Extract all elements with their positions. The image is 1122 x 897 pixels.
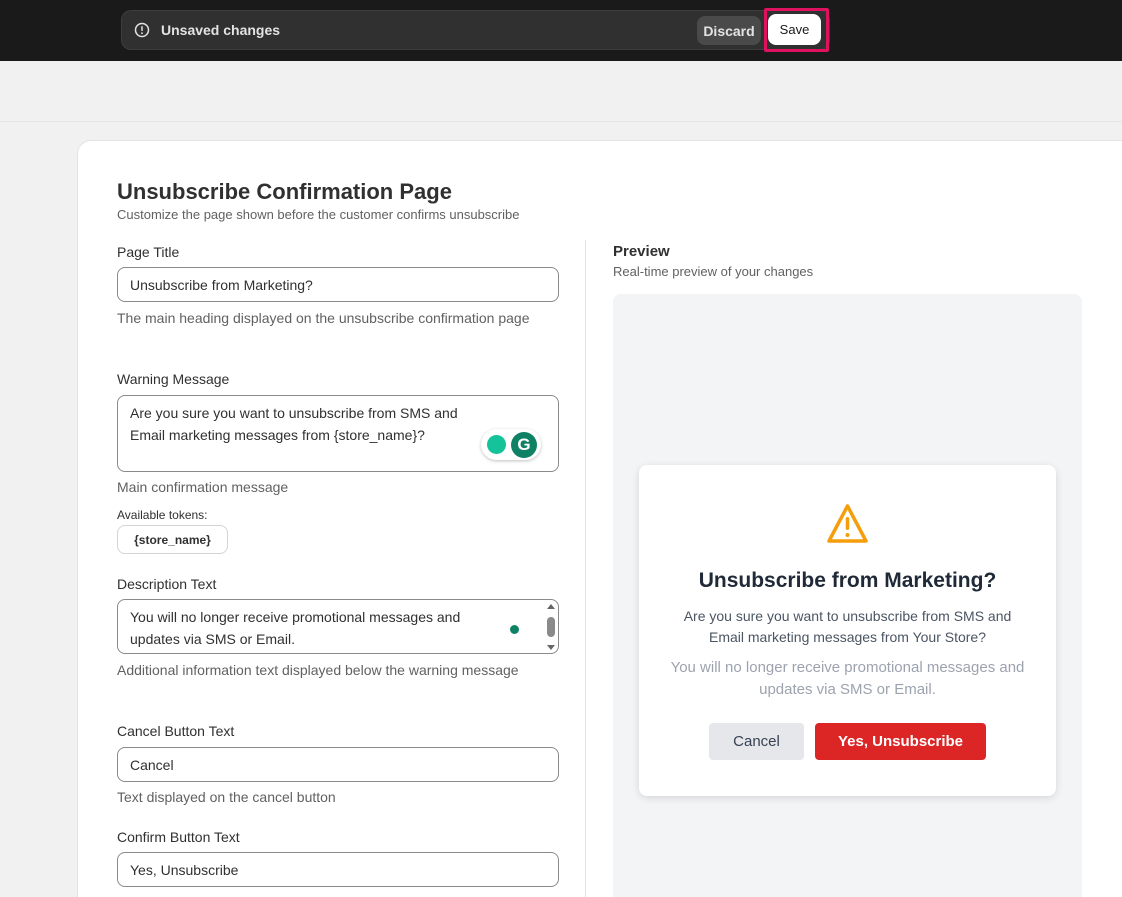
preview-confirm-button[interactable]: Yes, Unsubscribe [815, 723, 986, 760]
lightbulb-icon [487, 435, 506, 454]
cancel-button-text-help: Text displayed on the cancel button [117, 789, 336, 805]
grammarly-widget[interactable]: G [481, 429, 541, 460]
page-title-help: The main heading displayed on the unsubs… [117, 310, 530, 326]
save-button[interactable]: Save [768, 14, 821, 45]
page-subtitle: Customize the page shown before the cust… [117, 207, 520, 222]
cancel-button-text-label: Cancel Button Text [117, 723, 235, 739]
page-title: Unsubscribe Confirmation Page [117, 179, 452, 204]
unsaved-changes-text: Unsaved changes [161, 22, 281, 38]
warning-triangle-icon [827, 504, 868, 543]
description-text-help: Additional information text displayed be… [117, 662, 519, 678]
tokens-label: Available tokens: [117, 508, 208, 522]
warning-message-label: Warning Message [117, 371, 230, 387]
preview-subtitle: Real-time preview of your changes [613, 264, 814, 279]
page-title-label: Page Title [117, 244, 180, 260]
token-store-name[interactable]: {store_name} [117, 525, 228, 554]
grammarly-logo-icon: G [511, 432, 537, 458]
column-divider [585, 240, 586, 897]
description-text-label: Description Text [117, 576, 217, 592]
contextual-save-bar: Unsaved changes Discard [121, 10, 830, 50]
warning-message-help: Main confirmation message [117, 479, 289, 495]
confirm-button-text-label: Confirm Button Text [117, 829, 240, 845]
preview-warning-text: Are you sure you want to unsubscribe fro… [683, 608, 1012, 645]
header-divider [0, 121, 1122, 122]
description-text-textarea[interactable]: You will no longer receive promotional m… [117, 599, 559, 654]
preview-description-text: You will no longer receive promotional m… [670, 659, 1025, 698]
preview-title: Preview [613, 243, 670, 260]
grammarly-status-icon [510, 625, 519, 634]
preview-cancel-button[interactable]: Cancel [709, 723, 804, 760]
discard-button[interactable]: Discard [697, 16, 761, 45]
alert-circle-icon [134, 22, 150, 38]
preview-heading: Unsubscribe from Marketing? [698, 569, 997, 592]
page-title-input[interactable]: Unsubscribe from Marketing? [117, 267, 559, 302]
confirm-button-text-input[interactable]: Yes, Unsubscribe [117, 852, 559, 887]
textarea-scrollbar[interactable] [545, 602, 557, 652]
cancel-button-text-input[interactable]: Cancel [117, 747, 559, 782]
